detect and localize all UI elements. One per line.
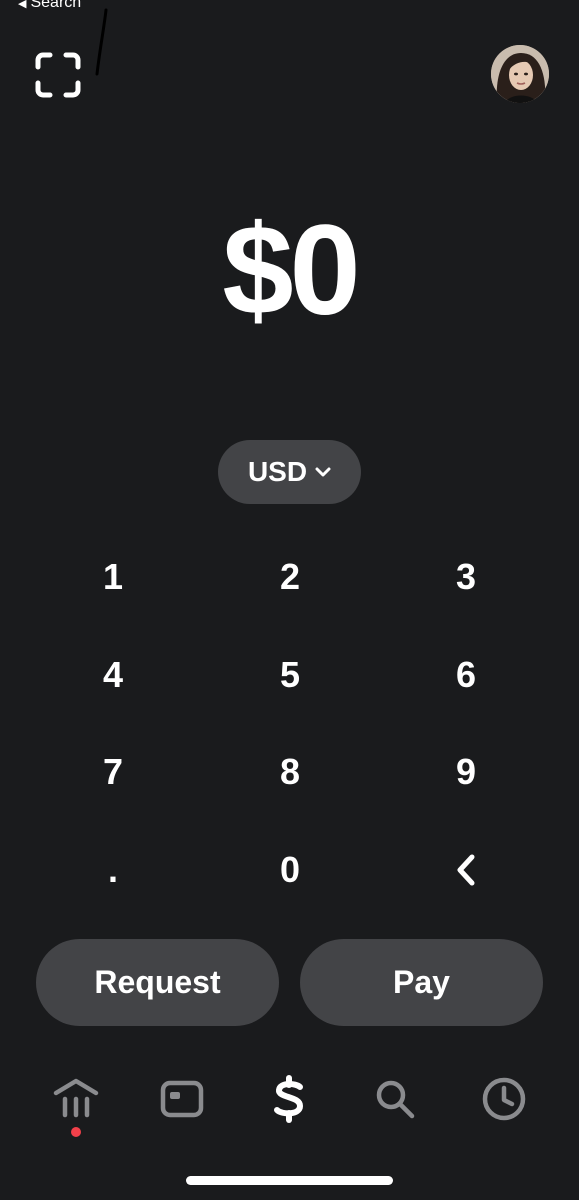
nav-search[interactable] xyxy=(370,1074,420,1124)
clock-icon xyxy=(482,1077,526,1121)
avatar-image xyxy=(491,45,549,103)
key-4[interactable]: 4 xyxy=(53,635,173,715)
key-2[interactable]: 2 xyxy=(230,537,350,617)
qr-scan-button[interactable] xyxy=(35,52,81,98)
currency-label: USD xyxy=(247,456,308,487)
search-icon xyxy=(376,1080,415,1119)
key-5[interactable]: 5 xyxy=(230,635,350,715)
card-icon xyxy=(160,1080,204,1118)
back-arrow-icon: ◀ xyxy=(18,0,27,10)
nav-money[interactable] xyxy=(264,1074,314,1124)
key-decimal[interactable]: . xyxy=(53,830,173,910)
key-1[interactable]: 1 xyxy=(53,537,173,617)
key-8[interactable]: 8 xyxy=(230,732,350,812)
currency-selector[interactable]: USD xyxy=(218,440,361,504)
key-6[interactable]: 6 xyxy=(406,635,526,715)
back-label: Search xyxy=(30,0,82,11)
back-to-search-link[interactable]: ◀ Search xyxy=(18,0,81,12)
nav-banking[interactable] xyxy=(51,1074,101,1124)
key-7[interactable]: 7 xyxy=(53,732,173,812)
qr-scan-icon xyxy=(35,52,81,98)
home-indicator[interactable] xyxy=(186,1176,393,1185)
key-3[interactable]: 3 xyxy=(406,537,526,617)
nav-card[interactable] xyxy=(157,1074,207,1124)
pay-button[interactable]: Pay xyxy=(300,939,543,1026)
chevron-down-icon xyxy=(315,467,331,477)
profile-avatar[interactable] xyxy=(491,45,549,103)
notification-badge xyxy=(71,1127,81,1137)
stray-pen-mark xyxy=(95,8,108,76)
request-button[interactable]: Request xyxy=(36,939,279,1026)
backspace-chevron-icon xyxy=(457,854,475,886)
key-0[interactable]: 0 xyxy=(230,830,350,910)
nav-activity[interactable] xyxy=(479,1074,529,1124)
key-backspace[interactable] xyxy=(406,830,526,910)
key-9[interactable]: 9 xyxy=(406,732,526,812)
amount-display: $0 xyxy=(222,199,360,342)
bank-icon xyxy=(53,1078,99,1118)
dollar-icon xyxy=(274,1075,303,1123)
